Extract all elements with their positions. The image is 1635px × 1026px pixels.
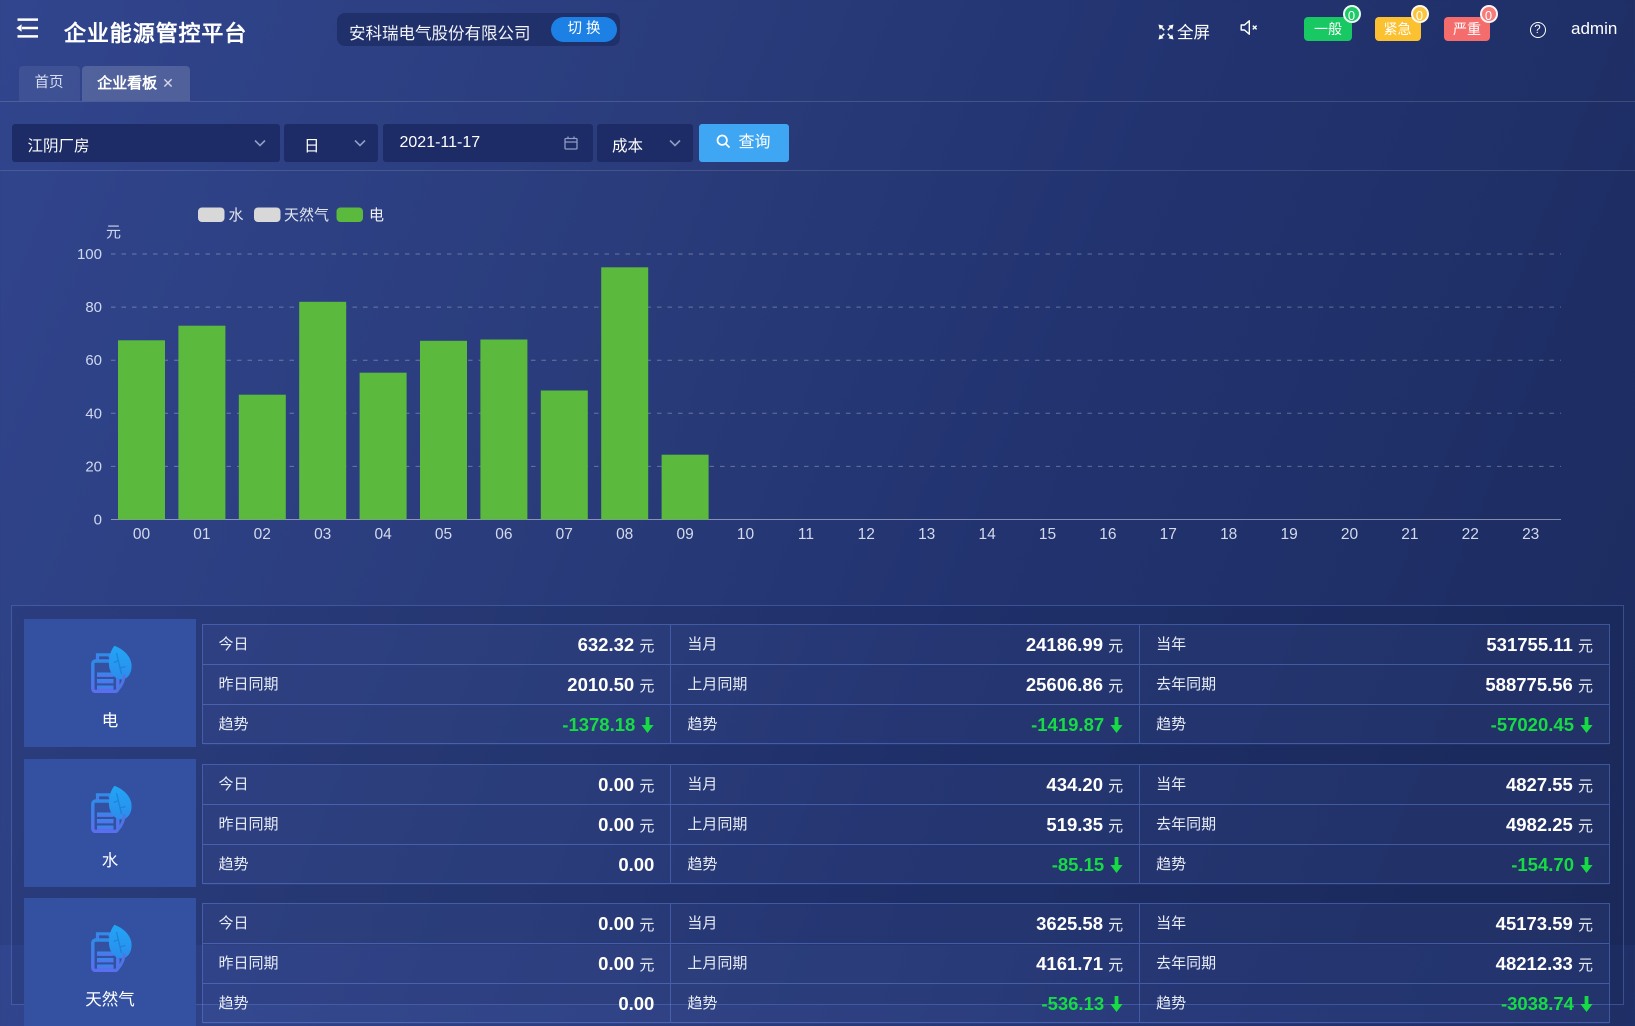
svg-text:15: 15 bbox=[1039, 526, 1056, 543]
svg-text:0: 0 bbox=[94, 512, 102, 529]
svg-text:11: 11 bbox=[798, 526, 814, 543]
svg-text:02: 02 bbox=[254, 526, 271, 543]
svg-text:13: 13 bbox=[918, 526, 935, 543]
svg-text:03: 03 bbox=[314, 526, 331, 543]
svg-text:100: 100 bbox=[77, 246, 102, 263]
svg-text:20: 20 bbox=[85, 458, 102, 475]
svg-text:04: 04 bbox=[374, 526, 392, 543]
svg-text:22: 22 bbox=[1462, 526, 1479, 543]
svg-text:01: 01 bbox=[193, 526, 210, 543]
svg-text:08: 08 bbox=[616, 526, 633, 543]
svg-text:80: 80 bbox=[85, 299, 102, 316]
svg-text:09: 09 bbox=[676, 526, 693, 543]
svg-text:水: 水 bbox=[229, 207, 244, 224]
svg-text:05: 05 bbox=[435, 526, 452, 543]
svg-text:18: 18 bbox=[1220, 526, 1237, 543]
svg-text:40: 40 bbox=[85, 405, 102, 422]
svg-text:12: 12 bbox=[858, 526, 875, 543]
svg-text:天然气: 天然气 bbox=[284, 207, 329, 224]
svg-text:元: 元 bbox=[106, 224, 121, 241]
svg-text:10: 10 bbox=[737, 526, 755, 543]
svg-text:07: 07 bbox=[556, 526, 573, 543]
svg-text:06: 06 bbox=[495, 526, 512, 543]
svg-text:20: 20 bbox=[1341, 526, 1359, 543]
svg-text:00: 00 bbox=[133, 526, 151, 543]
svg-text:电: 电 bbox=[369, 207, 384, 224]
svg-text:16: 16 bbox=[1099, 526, 1116, 543]
svg-text:19: 19 bbox=[1280, 526, 1297, 543]
svg-text:23: 23 bbox=[1522, 526, 1539, 543]
svg-text:21: 21 bbox=[1401, 526, 1418, 543]
svg-text:60: 60 bbox=[85, 352, 102, 369]
svg-text:17: 17 bbox=[1160, 526, 1177, 543]
svg-text:14: 14 bbox=[978, 526, 996, 543]
